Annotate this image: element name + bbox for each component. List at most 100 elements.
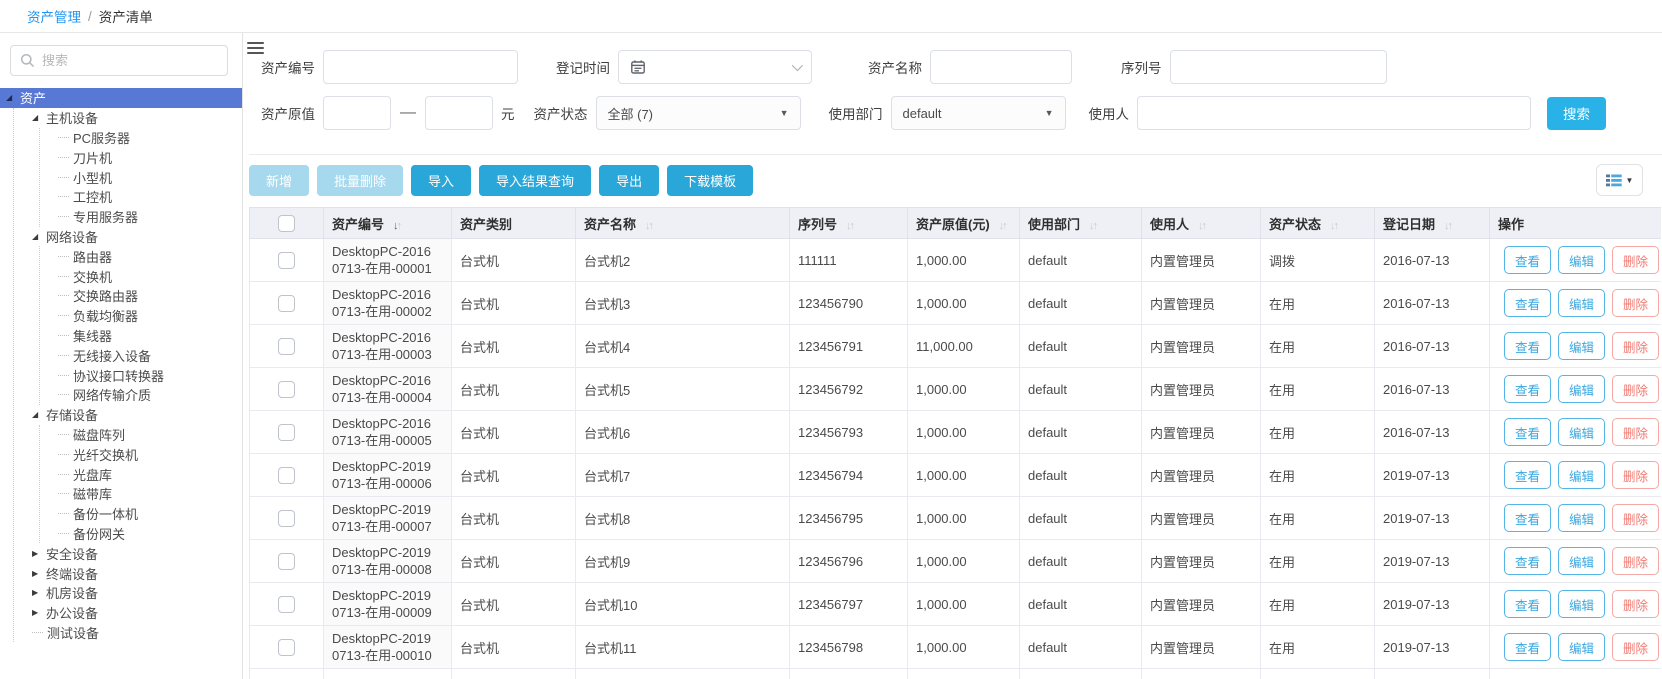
tree-node[interactable]: 光盘库 <box>52 464 242 484</box>
export-button[interactable]: 导出 <box>599 165 659 196</box>
column-header-status[interactable]: 资产状态↓↑ <box>1261 208 1375 239</box>
department-select[interactable]: default ▼ <box>891 96 1066 130</box>
column-header-asset-no[interactable]: 资产编号↓↑ <box>324 208 452 239</box>
view-button[interactable]: 查看 <box>1504 633 1551 661</box>
tree-node[interactable]: 网络传输介质 <box>52 385 242 405</box>
view-button[interactable]: 查看 <box>1504 289 1551 317</box>
tree-node[interactable]: ◢资产 <box>0 88 242 108</box>
tree-node[interactable]: 磁带库 <box>52 484 242 504</box>
edit-button[interactable]: 编辑 <box>1558 633 1605 661</box>
tree-node[interactable]: ◢网络设备 <box>26 227 242 247</box>
tree-node[interactable]: 无线接入设备 <box>52 345 242 365</box>
row-checkbox[interactable] <box>278 252 295 269</box>
edit-button[interactable]: 编辑 <box>1558 375 1605 403</box>
download-template-button[interactable]: 下载模板 <box>667 165 753 196</box>
column-header-orig-value[interactable]: 资产原值(元)↓↑ <box>908 208 1020 239</box>
asset-name-input[interactable] <box>930 50 1072 84</box>
orig-value-from-input[interactable] <box>323 96 391 130</box>
tree-node[interactable]: 负载均衡器 <box>52 306 242 326</box>
serial-no-input[interactable] <box>1170 50 1387 84</box>
tree-node[interactable]: 磁盘阵列 <box>52 425 242 445</box>
tree-node[interactable]: 光纤交换机 <box>52 444 242 464</box>
view-button[interactable]: 查看 <box>1504 590 1551 618</box>
row-checkbox[interactable] <box>278 467 295 484</box>
tree-node[interactable]: ▶办公设备 <box>26 603 242 623</box>
column-header-serial-no[interactable]: 序列号↓↑ <box>790 208 908 239</box>
tree-node[interactable]: PC服务器 <box>52 128 242 148</box>
asset-no-input[interactable] <box>323 50 518 84</box>
tree-node[interactable]: 小型机 <box>52 167 242 187</box>
column-header-asset-name[interactable]: 资产名称↓↑ <box>576 208 790 239</box>
tree-node[interactable]: 备份一体机 <box>52 504 242 524</box>
edit-button[interactable]: 编辑 <box>1558 246 1605 274</box>
tree-node[interactable]: ▶终端设备 <box>26 563 242 583</box>
tree-node[interactable]: 路由器 <box>52 246 242 266</box>
delete-button[interactable]: 删除 <box>1612 246 1659 274</box>
tree-expand-icon[interactable]: ▶ <box>32 549 46 558</box>
sidebar-toggle-icon[interactable] <box>247 42 264 57</box>
edit-button[interactable]: 编辑 <box>1558 590 1605 618</box>
delete-button[interactable]: 删除 <box>1612 461 1659 489</box>
view-button[interactable]: 查看 <box>1504 547 1551 575</box>
tree-node[interactable]: 备份网关 <box>52 524 242 544</box>
row-checkbox[interactable] <box>278 553 295 570</box>
select-all-checkbox[interactable] <box>278 215 295 232</box>
row-checkbox[interactable] <box>278 381 295 398</box>
column-header-checkbox[interactable] <box>250 208 324 239</box>
edit-button[interactable]: 编辑 <box>1558 504 1605 532</box>
delete-button[interactable]: 删除 <box>1612 547 1659 575</box>
register-time-picker[interactable] <box>618 50 812 84</box>
edit-button[interactable]: 编辑 <box>1558 418 1605 446</box>
import-button[interactable]: 导入 <box>411 165 471 196</box>
tree-expand-icon[interactable]: ▶ <box>32 588 46 597</box>
search-button[interactable]: 搜索 <box>1547 97 1606 130</box>
user-input[interactable] <box>1137 96 1531 130</box>
view-button[interactable]: 查看 <box>1504 246 1551 274</box>
tree-node[interactable]: 协议接口转换器 <box>52 365 242 385</box>
view-options-button[interactable]: ▼ <box>1596 164 1643 196</box>
tree-node[interactable]: ▶安全设备 <box>26 543 242 563</box>
row-checkbox[interactable] <box>278 338 295 355</box>
view-button[interactable]: 查看 <box>1504 504 1551 532</box>
import-result-query-button[interactable]: 导入结果查询 <box>479 165 591 196</box>
tree-collapse-icon[interactable]: ◢ <box>6 93 20 102</box>
tree-node[interactable]: 交换机 <box>52 266 242 286</box>
column-header-user[interactable]: 使用人↓↑ <box>1142 208 1261 239</box>
tree-node[interactable]: 集线器 <box>52 326 242 346</box>
column-header-department[interactable]: 使用部门↓↑ <box>1020 208 1142 239</box>
tree-collapse-icon[interactable]: ◢ <box>32 410 46 419</box>
delete-button[interactable]: 删除 <box>1612 418 1659 446</box>
tree-node[interactable]: ◢主机设备 <box>26 108 242 128</box>
row-checkbox[interactable] <box>278 596 295 613</box>
delete-button[interactable]: 删除 <box>1612 375 1659 403</box>
tree-node[interactable]: ◢存储设备 <box>26 405 242 425</box>
tree-node[interactable]: 工控机 <box>52 187 242 207</box>
tree-expand-icon[interactable]: ▶ <box>32 608 46 617</box>
delete-button[interactable]: 删除 <box>1612 590 1659 618</box>
search-input[interactable] <box>42 53 218 68</box>
row-checkbox[interactable] <box>278 639 295 656</box>
column-header-register-date[interactable]: 登记日期↓↑ <box>1375 208 1490 239</box>
view-button[interactable]: 查看 <box>1504 418 1551 446</box>
tree-node[interactable]: 专用服务器 <box>52 207 242 227</box>
edit-button[interactable]: 编辑 <box>1558 332 1605 360</box>
breadcrumb-parent[interactable]: 资产管理 <box>27 6 81 26</box>
delete-button[interactable]: 删除 <box>1612 633 1659 661</box>
tree-collapse-icon[interactable]: ◢ <box>32 113 46 122</box>
row-checkbox[interactable] <box>278 510 295 527</box>
delete-button[interactable]: 删除 <box>1612 332 1659 360</box>
tree-node[interactable]: 刀片机 <box>52 147 242 167</box>
edit-button[interactable]: 编辑 <box>1558 461 1605 489</box>
tree-node[interactable]: 交换路由器 <box>52 286 242 306</box>
add-button[interactable]: 新增 <box>249 165 309 196</box>
orig-value-to-input[interactable] <box>425 96 493 130</box>
delete-button[interactable]: 删除 <box>1612 289 1659 317</box>
row-checkbox[interactable] <box>278 295 295 312</box>
batch-delete-button[interactable]: 批量删除 <box>317 165 403 196</box>
asset-status-select[interactable]: 全部 (7) ▼ <box>596 96 801 130</box>
delete-button[interactable]: 删除 <box>1612 504 1659 532</box>
tree-collapse-icon[interactable]: ◢ <box>32 232 46 241</box>
view-button[interactable]: 查看 <box>1504 375 1551 403</box>
tree-node[interactable]: 测试设备 <box>26 623 242 643</box>
view-button[interactable]: 查看 <box>1504 332 1551 360</box>
